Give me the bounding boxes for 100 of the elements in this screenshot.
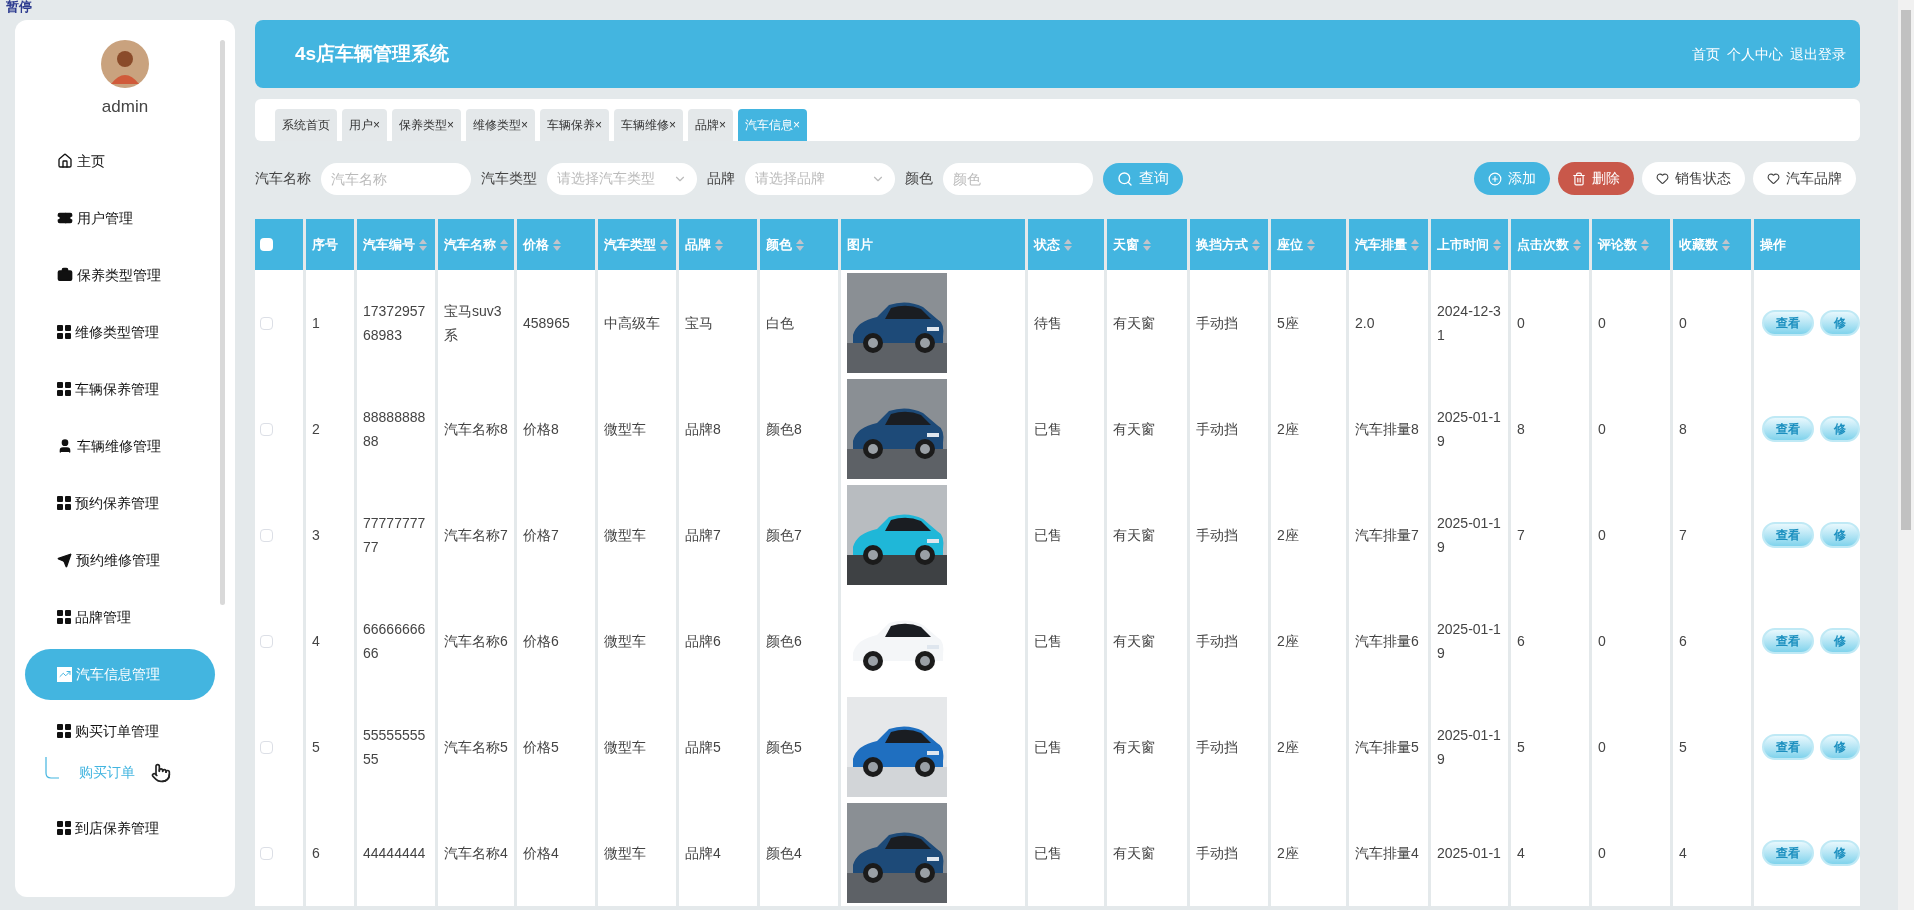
sort-icon[interactable] [1573,238,1581,251]
header-cell: 点击次数 [1511,219,1589,270]
checkbox[interactable] [260,634,273,648]
table-cell: 1 [306,270,354,376]
sort-icon[interactable] [500,238,508,251]
table-cell: 中高级车 [598,270,676,376]
sort-icon[interactable] [715,238,723,251]
grid-icon [57,325,71,339]
sidebar-item[interactable]: 预约维修管理 [25,534,215,586]
header-cell: 汽车编号 [357,219,435,270]
checkbox[interactable] [260,846,273,860]
grid-icon [57,724,71,738]
table-cell: 颜色4 [760,800,838,906]
action-button[interactable]: 删除 [1558,162,1634,195]
close-icon[interactable]: × [669,116,677,134]
sort-icon[interactable] [1722,238,1730,251]
checkbox[interactable] [260,740,273,754]
table-cell: 0 [1592,376,1670,482]
sort-icon[interactable] [1493,238,1501,251]
table-cell: 4 [1511,800,1589,906]
sort-icon[interactable] [1307,238,1315,251]
table-cell: 0 [1592,694,1670,800]
table-cell: 4 [306,588,354,694]
table-cell: 微型车 [598,800,676,906]
close-icon[interactable]: × [521,116,529,134]
header-cell: 汽车类型 [598,219,676,270]
home-icon [57,153,73,169]
table-cell: 已售 [1028,588,1104,694]
checkbox[interactable] [260,238,273,251]
table-cell: 5555555555 [357,694,435,800]
tab[interactable]: 系统首页 [275,109,337,141]
sort-icon[interactable] [1411,238,1419,251]
header-cell: 上市时间 [1431,219,1508,270]
header-cell: 序号 [306,219,354,270]
header-cell: 换挡方式 [1190,219,1268,270]
sort-icon[interactable] [553,238,561,251]
field-label: 颜色 [905,169,933,188]
table-cell: 已售 [1028,482,1104,588]
checkbox[interactable] [260,316,273,330]
table-cell: 5座 [1271,270,1346,376]
table-cell: 2025-01-19 [1431,482,1508,588]
table-cell: 汽车名称6 [438,588,514,694]
input-field[interactable]: 汽车名称 [321,162,471,195]
sort-icon[interactable] [660,238,668,251]
table-cell: 0 [1592,588,1670,694]
header-cell: 价格 [517,219,595,270]
checkbox[interactable] [260,528,273,542]
table-cell: 6 [306,800,354,906]
plus-icon [1488,171,1502,186]
tab[interactable]: 品牌× [688,109,734,141]
table-cell: 汽车名称5 [438,694,514,800]
header-cell: 座位 [1271,219,1346,270]
sidebar-item[interactable]: 购买订单管理 [25,705,215,757]
table-cell: 已售 [1028,800,1104,906]
tab[interactable]: 车辆保养× [540,109,610,141]
table-cell: 2.0 [1349,270,1428,376]
sidebar-item[interactable]: 保养类型管理 [25,249,215,301]
sidebar-item[interactable]: 主页 [25,135,215,187]
table-cell: 微型车 [598,376,676,482]
checkbox[interactable] [260,422,273,436]
user-icon [57,438,73,454]
sort-icon[interactable] [1641,238,1649,251]
sidebar-item[interactable]: 车辆保养管理 [25,363,215,415]
table-cell: 价格6 [517,588,595,694]
sidebar-item[interactable]: 车辆维修管理 [25,420,215,472]
close-icon[interactable]: × [595,116,603,134]
table-cell: 有天窗 [1107,270,1187,376]
table-cell: 品牌5 [679,694,757,800]
tab[interactable]: 用户× [342,109,387,141]
sort-icon[interactable] [796,238,804,251]
chart-icon [57,666,72,682]
sidebar-item[interactable]: 维修类型管理 [25,306,215,358]
action-button[interactable]: 销售状态 [1642,162,1745,195]
table-cell: 手动挡 [1190,376,1268,482]
table-cell: 手动挡 [1190,800,1268,906]
tab[interactable]: 车辆维修× [614,109,684,141]
tab[interactable]: 维修类型× [466,109,536,141]
table-cell: 汽车排量6 [1349,588,1428,694]
input-field[interactable]: 颜色 [943,162,1093,195]
sidebar-item[interactable]: 用户管理 [25,192,215,244]
table-cell: 颜色5 [760,694,838,800]
heart-icon [1656,172,1669,185]
header-cell: 天窗 [1107,219,1187,270]
sort-icon[interactable] [1252,238,1260,251]
tab[interactable]: 保养类型× [392,109,462,141]
close-icon[interactable]: × [447,116,455,134]
sort-icon[interactable] [1143,238,1151,251]
sort-icon[interactable] [1064,238,1072,251]
sidebar-item[interactable]: 预约保养管理 [25,477,215,529]
table-cell: 价格4 [517,800,595,906]
sort-icon[interactable] [419,238,427,251]
sidebar-item[interactable]: 品牌管理 [25,591,215,643]
table-cell: 0 [1673,270,1751,376]
cursor-icon [151,762,171,783]
table-cell: 待售 [1028,270,1104,376]
close-icon[interactable]: × [719,116,727,134]
close-icon[interactable]: × [373,116,380,134]
sidebar-item[interactable]: 到店保养管理 [25,802,215,854]
action-button[interactable]: 汽车品牌 [1753,162,1856,195]
table-cell: 458965 [517,270,595,376]
